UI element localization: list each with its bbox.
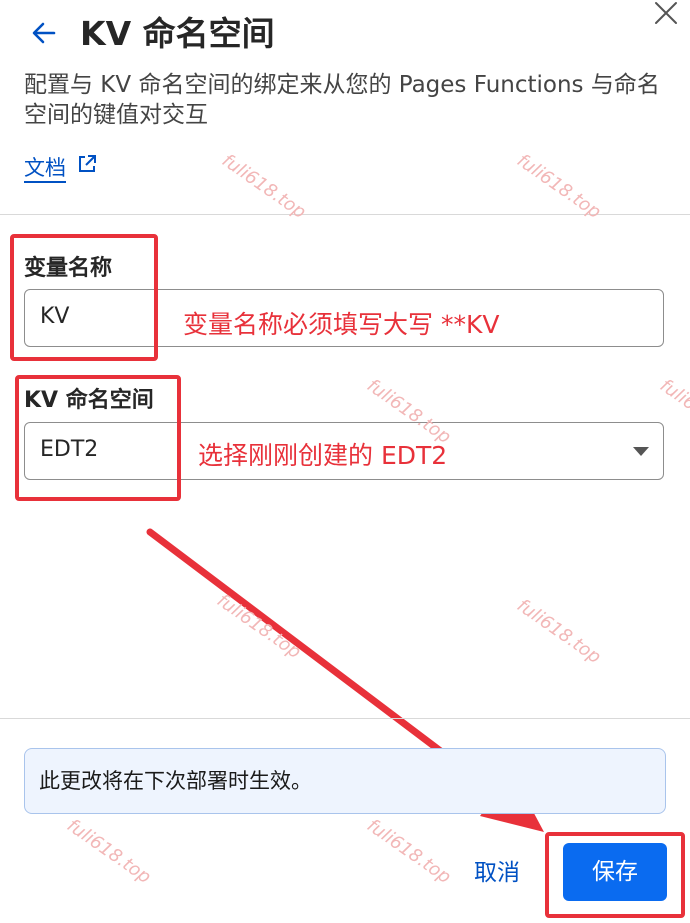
watermark: fuli618.top — [512, 150, 605, 224]
external-link-icon — [79, 155, 96, 172]
cancel-button[interactable]: 取消 — [466, 855, 528, 891]
annotation-box-variable — [10, 234, 158, 361]
close-icon — [655, 2, 677, 24]
watermark: fuli618.top — [217, 150, 310, 224]
info-banner: 此更改将在下次部署时生效。 — [24, 748, 666, 814]
docs-link-label: 文档 — [24, 156, 66, 180]
back-button[interactable] — [30, 20, 58, 46]
page-description: 配置与 KV 命名空间的绑定来从您的 Pages Functions 与命名空间… — [24, 72, 660, 128]
arrow-left-icon — [32, 22, 56, 44]
annotation-box-namespace — [15, 375, 181, 501]
annotation-namespace-note: 选择刚刚创建的 EDT2 — [198, 441, 448, 470]
info-banner-text: 此更改将在下次部署时生效。 — [39, 769, 312, 793]
annotation-variable-note: 变量名称必须填写大写 **KV — [183, 310, 500, 339]
save-button[interactable]: 保存 — [563, 843, 667, 901]
close-button[interactable] — [650, 0, 682, 28]
docs-link[interactable]: 文档 — [24, 152, 98, 182]
footer-divider — [0, 718, 690, 719]
chevron-down-icon — [633, 447, 649, 456]
page-title: KV 命名空间 — [80, 14, 275, 53]
